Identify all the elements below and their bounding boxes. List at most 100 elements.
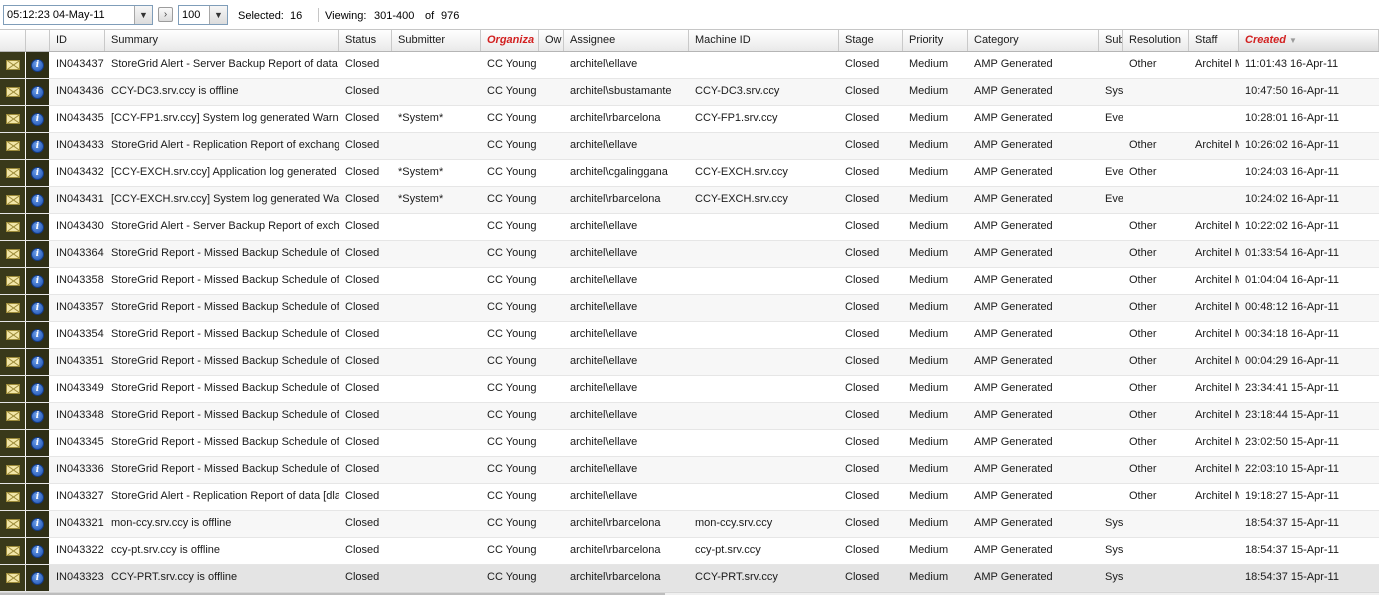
column-header-owner[interactable]: Ow xyxy=(539,30,564,51)
column-header-assignee[interactable]: Assignee xyxy=(564,30,689,51)
chevron-down-icon[interactable]: ▼ xyxy=(134,6,152,24)
row-type-cell[interactable] xyxy=(0,214,25,240)
table-row[interactable]: i IN043321 mon-ccy.srv.ccy is offline Close… xyxy=(0,511,1379,538)
column-header-category[interactable]: Category xyxy=(968,30,1099,51)
row-info-cell[interactable]: i xyxy=(26,484,49,510)
row-info-cell[interactable]: i xyxy=(26,322,49,348)
info-icon[interactable]: i xyxy=(31,517,44,531)
row-info-cell[interactable]: i xyxy=(26,79,49,105)
row-type-cell[interactable] xyxy=(0,79,25,105)
row-info-cell[interactable]: i xyxy=(26,430,49,456)
info-icon[interactable]: i xyxy=(31,382,44,396)
table-row[interactable]: i IN043437 StoreGrid Alert - Server Backup… xyxy=(0,52,1379,79)
info-icon[interactable]: i xyxy=(31,301,44,315)
table-row[interactable]: i IN043435 [CCY-FP1.srv.ccy] System log ge… xyxy=(0,106,1379,133)
row-type-cell[interactable] xyxy=(0,160,25,186)
info-icon[interactable]: i xyxy=(31,112,44,126)
column-header-summary[interactable]: Summary xyxy=(105,30,339,51)
column-header-status[interactable]: Status xyxy=(339,30,392,51)
table-row[interactable]: i IN043327 StoreGrid Alert - Replication R… xyxy=(0,484,1379,511)
row-info-cell[interactable]: i xyxy=(26,268,49,294)
table-row[interactable]: i IN043354 StoreGrid Report - Missed Backu… xyxy=(0,322,1379,349)
table-row[interactable]: i IN043322 ccy-pt.srv.ccy is offline Closed… xyxy=(0,538,1379,565)
row-info-cell[interactable]: i xyxy=(26,52,49,78)
info-icon[interactable]: i xyxy=(31,274,44,288)
chevron-down-icon[interactable]: ▼ xyxy=(209,6,227,24)
info-icon[interactable]: i xyxy=(31,193,44,207)
info-icon[interactable]: i xyxy=(31,436,44,450)
info-icon[interactable]: i xyxy=(31,247,44,261)
table-row[interactable]: i IN043357 StoreGrid Report - Missed Backu… xyxy=(0,295,1379,322)
row-type-cell[interactable] xyxy=(0,322,25,348)
column-header-created[interactable]: Created ▼ xyxy=(1239,30,1379,51)
column-header-submitter[interactable]: Submitter xyxy=(392,30,481,51)
info-icon[interactable]: i xyxy=(31,85,44,99)
row-type-cell[interactable] xyxy=(0,430,25,456)
row-info-cell[interactable]: i xyxy=(26,376,49,402)
row-type-cell[interactable] xyxy=(0,52,25,78)
table-row[interactable]: i IN043336 StoreGrid Report - Missed Backu… xyxy=(0,457,1379,484)
table-row[interactable]: i IN043433 StoreGrid Alert - Replication R… xyxy=(0,133,1379,160)
row-info-cell[interactable]: i xyxy=(26,160,49,186)
column-header-stage[interactable]: Stage xyxy=(839,30,903,51)
row-info-cell[interactable]: i xyxy=(26,187,49,213)
row-info-cell[interactable]: i xyxy=(26,106,49,132)
table-row[interactable]: i IN043432 [CCY-EXCH.srv.ccy] Application … xyxy=(0,160,1379,187)
row-info-cell[interactable]: i xyxy=(26,538,49,564)
row-type-cell[interactable] xyxy=(0,187,25,213)
row-info-cell[interactable]: i xyxy=(26,565,49,591)
row-type-cell[interactable] xyxy=(0,403,25,429)
row-type-cell[interactable] xyxy=(0,457,25,483)
info-icon[interactable]: i xyxy=(31,166,44,180)
table-row[interactable]: i IN043349 StoreGrid Report - Missed Backu… xyxy=(0,376,1379,403)
chevron-right-icon[interactable]: › xyxy=(158,7,173,22)
info-icon[interactable]: i xyxy=(31,328,44,342)
row-type-cell[interactable] xyxy=(0,295,25,321)
row-info-cell[interactable]: i xyxy=(26,295,49,321)
table-row[interactable]: i IN043430 StoreGrid Alert - Server Backup… xyxy=(0,214,1379,241)
row-type-cell[interactable] xyxy=(0,511,25,537)
row-type-cell[interactable] xyxy=(0,106,25,132)
row-type-cell[interactable] xyxy=(0,565,25,591)
table-row[interactable]: i IN043431 [CCY-EXCH.srv.ccy] System log g… xyxy=(0,187,1379,214)
info-icon[interactable]: i xyxy=(31,409,44,423)
column-header-machine[interactable]: Machine ID xyxy=(689,30,839,51)
info-icon[interactable]: i xyxy=(31,571,44,585)
column-header-info[interactable] xyxy=(26,30,50,51)
info-icon[interactable]: i xyxy=(31,139,44,153)
page-size-input[interactable] xyxy=(182,8,210,22)
info-icon[interactable]: i xyxy=(31,355,44,369)
row-info-cell[interactable]: i xyxy=(26,133,49,159)
row-type-cell[interactable] xyxy=(0,133,25,159)
row-type-cell[interactable] xyxy=(0,484,25,510)
column-header-staff[interactable]: Staff xyxy=(1189,30,1239,51)
column-header-id[interactable]: ID xyxy=(50,30,105,51)
row-info-cell[interactable]: i xyxy=(26,511,49,537)
row-info-cell[interactable]: i xyxy=(26,457,49,483)
table-row[interactable]: i IN043358 StoreGrid Report - Missed Backu… xyxy=(0,268,1379,295)
row-info-cell[interactable]: i xyxy=(26,349,49,375)
table-row[interactable]: i IN043364 StoreGrid Report - Missed Backu… xyxy=(0,241,1379,268)
row-info-cell[interactable]: i xyxy=(26,214,49,240)
column-header-type[interactable] xyxy=(0,30,26,51)
table-row[interactable]: i IN043436 CCY-DC3.srv.ccy is offline Close… xyxy=(0,79,1379,106)
table-row[interactable]: i IN043345 StoreGrid Report - Missed Backu… xyxy=(0,430,1379,457)
info-icon[interactable]: i xyxy=(31,490,44,504)
column-header-organization[interactable]: Organiza xyxy=(481,30,539,51)
row-type-cell[interactable] xyxy=(0,241,25,267)
row-type-cell[interactable] xyxy=(0,349,25,375)
column-header-sub[interactable]: Sub xyxy=(1099,30,1123,51)
row-info-cell[interactable]: i xyxy=(26,403,49,429)
column-header-priority[interactable]: Priority xyxy=(903,30,968,51)
info-icon[interactable]: i xyxy=(31,220,44,234)
column-header-resolution[interactable]: Resolution xyxy=(1123,30,1189,51)
table-row[interactable]: i IN043351 StoreGrid Report - Missed Backu… xyxy=(0,349,1379,376)
row-type-cell[interactable] xyxy=(0,538,25,564)
info-icon[interactable]: i xyxy=(31,463,44,477)
info-icon[interactable]: i xyxy=(31,58,44,72)
page-size-select[interactable]: ▼ xyxy=(178,5,228,25)
date-input[interactable] xyxy=(7,8,132,22)
row-info-cell[interactable]: i xyxy=(26,241,49,267)
date-picker[interactable]: ▼ xyxy=(3,5,153,25)
info-icon[interactable]: i xyxy=(31,544,44,558)
